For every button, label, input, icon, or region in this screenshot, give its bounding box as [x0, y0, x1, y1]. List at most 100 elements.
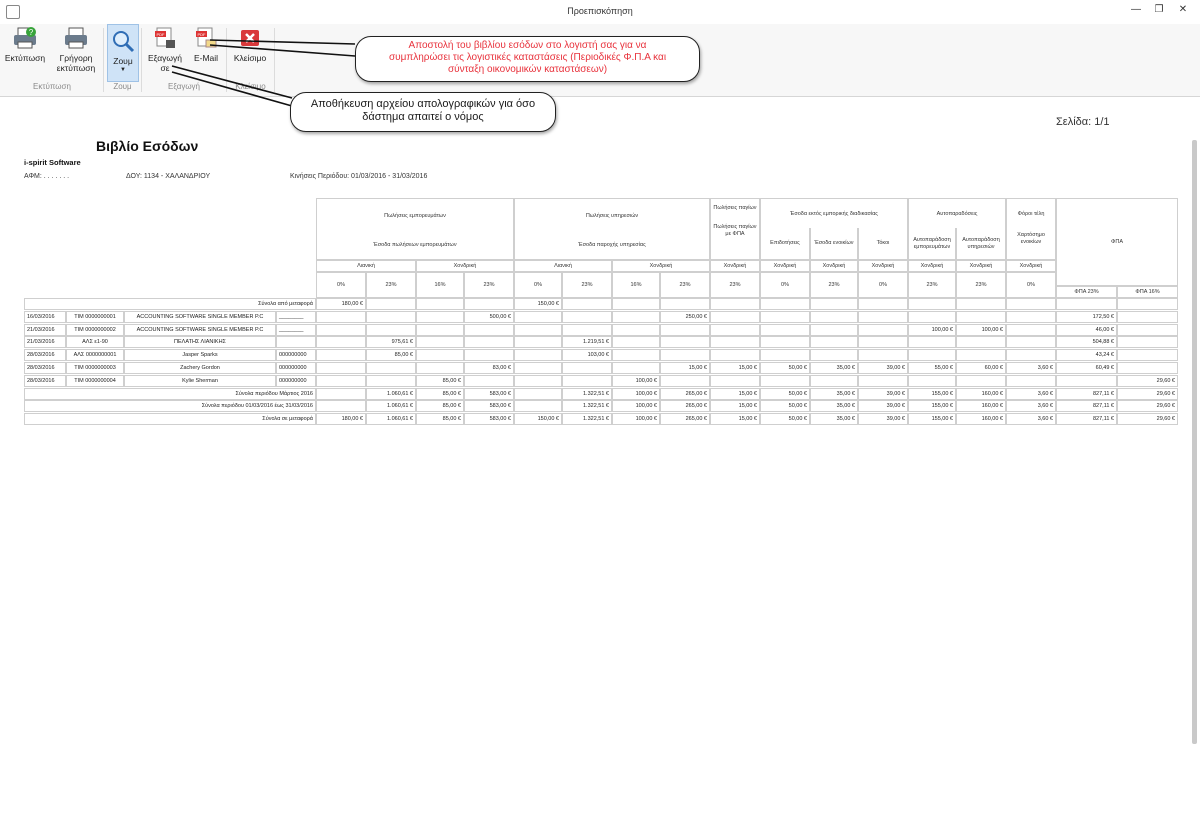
row-value-cell: [316, 374, 366, 387]
row-value-cell: 43,24 €: [1056, 349, 1117, 362]
header-rate: 23%: [810, 272, 858, 298]
header-rate: 23%: [464, 272, 514, 298]
row-value-cell: 1.322,51 €: [562, 400, 612, 413]
row-value-cell: [660, 349, 710, 362]
header-rate: 0%: [316, 272, 366, 298]
table-row: 21/03/2016 ΤΙΜ 0000000002 ACCOUNTING SOFTW…: [24, 323, 1178, 336]
row-value-cell: [416, 349, 464, 362]
row-value-cell: [760, 374, 810, 387]
row-value-cell: [464, 374, 514, 387]
row-value-cell: 827,11 €: [1056, 413, 1117, 426]
header-services-title: Πωλήσεις υπηρεσιών: [585, 213, 639, 219]
header-retail: Λιανική: [316, 260, 416, 272]
header-wholesale: Χονδρική: [956, 260, 1006, 272]
row-value-cell: [612, 323, 660, 336]
row-value-cell: [1117, 349, 1178, 362]
tax-office: ΔΟΥ: 1134 - ΧΑΛΑΝΔΡΙΟΥ: [126, 173, 211, 180]
row-value-cell: [316, 323, 366, 336]
header-services-subtitle: Έσοδα παροχής υπηρεσίας: [578, 242, 646, 248]
header-rate: 0%: [858, 272, 908, 298]
table-row: 21/03/2016 ΑΛΣ ε1-90 ΠΕΛΑΤΗΣ ΛΙΑΝΙΚΗΣ 975,6…: [24, 336, 1178, 349]
row-value-cell: [514, 336, 562, 349]
header-goods-sales: Πωλήσεις εμπορευμάτων Έσοδα πωλήσεων εμπο…: [316, 198, 514, 260]
row-total-label: Σύνολα σε μεταφορά: [24, 413, 316, 426]
header-wholesale: Χονδρική: [1006, 260, 1056, 272]
row-value-cell: 155,00 €: [908, 387, 956, 400]
row-document: ΑΛΣ 0000000001: [66, 349, 124, 362]
header-subsidies: Επιδοτήσεις: [760, 228, 810, 260]
row-value-cell: [562, 323, 612, 336]
row-value-cell: [416, 362, 464, 374]
row-value-cell: [514, 349, 562, 362]
row-value-cell: 29,60 €: [1117, 387, 1178, 400]
table-row: 28/03/2016 ΤΙΜ 0000000003 Zachery Gordon 00…: [24, 362, 1178, 374]
row-value-cell: 100,00 €: [908, 323, 956, 336]
row-value-cell: [760, 336, 810, 349]
row-value-cell: 3,60 €: [1006, 400, 1056, 413]
header-vat: ΦΠΑ: [1056, 198, 1178, 286]
row-value-cell: [1006, 374, 1056, 387]
row-value-cell: [956, 310, 1006, 323]
row-value-cell: [416, 310, 464, 323]
row-document: ΤΙΜ 0000000004: [66, 374, 124, 387]
report-period: Κινήσεις Περιόδου: 01/03/2016 - 31/03/20…: [290, 173, 428, 180]
row-value-cell: [366, 310, 416, 323]
row-value-cell: 172,50 €: [1056, 310, 1117, 323]
header-self-supply-goods: Αυτοπαράδοση εμπορευμάτων: [908, 228, 956, 260]
row-value-cell: 583,00 €: [464, 413, 514, 426]
table-row: Σύνολα περιόδου Μάρτιος 2016 1.060,61 €85…: [24, 387, 1178, 400]
header-rate: 0%: [1006, 272, 1056, 298]
header-vat-16: ΦΠΑ 16%: [1117, 286, 1178, 298]
row-value-cell: 35,00 €: [810, 362, 858, 374]
row-value-cell: 100,00 €: [612, 413, 660, 426]
row-date: 21/03/2016: [24, 336, 66, 349]
header-rate: 23%: [660, 272, 710, 298]
row-value-cell: [1006, 349, 1056, 362]
row-value-cell: 265,00 €: [660, 387, 710, 400]
row-value-cell: [760, 298, 810, 310]
row-value-cell: [464, 349, 514, 362]
report-title: Βιβλίο Εσόδων: [96, 138, 199, 154]
row-value-cell: 827,11 €: [1056, 387, 1117, 400]
row-value-cell: 39,00 €: [858, 413, 908, 426]
vertical-scrollbar[interactable]: [1192, 140, 1197, 744]
row-value-cell: 29,60 €: [1117, 400, 1178, 413]
row-total-label: Σύνολα περιόδου Μάρτιος 2016: [24, 387, 316, 400]
row-value-cell: 29,60 €: [1117, 413, 1178, 426]
row-value-cell: 15,00 €: [660, 362, 710, 374]
row-value-cell: [366, 374, 416, 387]
row-value-cell: [710, 336, 760, 349]
row-value-cell: [612, 336, 660, 349]
row-value-cell: 85,00 €: [366, 349, 416, 362]
row-value-cell: [660, 323, 710, 336]
row-value-cell: 100,00 €: [612, 387, 660, 400]
row-value-cell: [810, 349, 858, 362]
row-date: 28/03/2016: [24, 349, 66, 362]
email-callout: Αποστολή του βιβλίου εσόδων στο λογιστή …: [355, 36, 700, 82]
row-value-cell: [1006, 310, 1056, 323]
row-value-cell: [660, 374, 710, 387]
row-tax-code: [276, 336, 316, 349]
header-goods-title: Πωλήσεις εμπορευμάτων: [384, 213, 446, 219]
row-value-cell: [514, 400, 562, 413]
header-wholesale: Χονδρική: [810, 260, 858, 272]
row-value-cell: [1006, 336, 1056, 349]
header-wholesale: Χονδρική: [908, 260, 956, 272]
row-value-cell: [1117, 323, 1178, 336]
row-tax-code: ________: [276, 323, 316, 336]
row-value-cell: [710, 374, 760, 387]
row-value-cell: [1117, 298, 1178, 310]
row-value-cell: [366, 323, 416, 336]
row-value-cell: [710, 323, 760, 336]
header-vat-23: ΦΠΑ 23%: [1056, 286, 1117, 298]
row-value-cell: 50,00 €: [760, 362, 810, 374]
header-rate: 23%: [710, 272, 760, 298]
header-rate: 16%: [612, 272, 660, 298]
row-value-cell: [612, 349, 660, 362]
row-tax-code: 000000000: [276, 362, 316, 374]
row-value-cell: 265,00 €: [660, 400, 710, 413]
row-value-cell: [858, 298, 908, 310]
row-value-cell: 583,00 €: [464, 400, 514, 413]
row-value-cell: 15,00 €: [710, 387, 760, 400]
export-callout-text: Αποθήκευση αρχείου απολογραφικών για όσο…: [310, 98, 536, 123]
